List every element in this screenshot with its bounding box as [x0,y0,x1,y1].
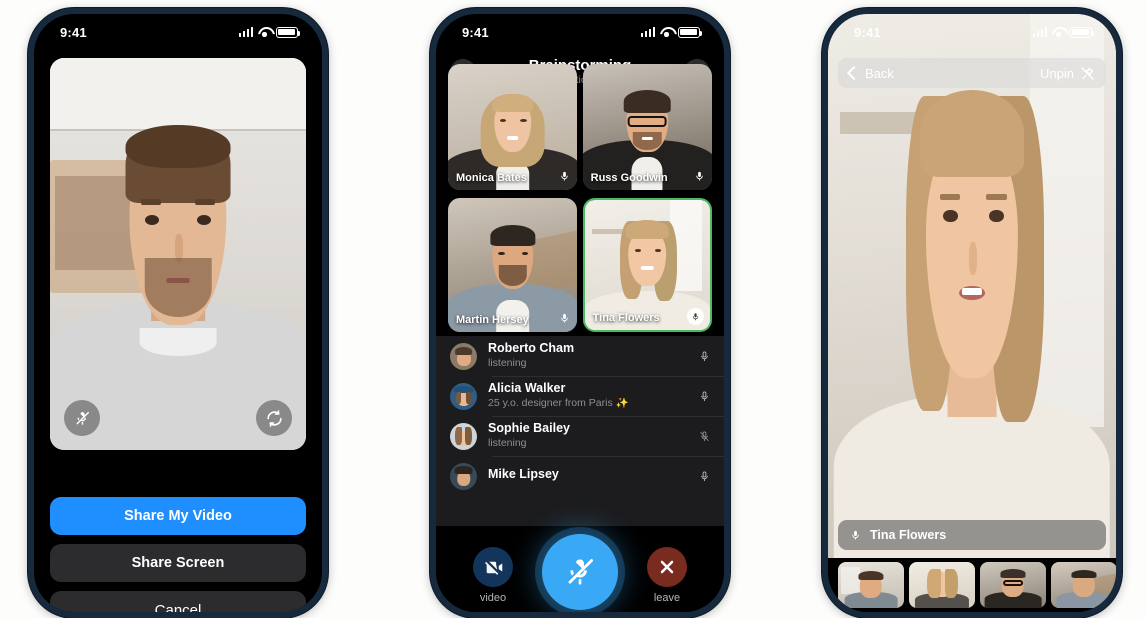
status-time: 9:41 [462,24,489,40]
status-icons [1032,26,1095,38]
share-my-video-button[interactable]: Share My Video [50,497,306,535]
status-bar: 9:41 [828,14,1116,50]
pinned-video-image [828,14,1116,558]
leave-label: leave [653,592,681,604]
call-controls: video leave [436,526,724,612]
list-item[interactable]: Mike Lipsey [436,456,724,496]
share-options-sheet: Share My Video Share Screen Cancel [50,497,306,612]
chevron-left-icon [846,65,862,81]
screen-pinned-view: 9:41 Back Unpin Tina Flowers [828,14,1116,612]
mic-icon [559,311,570,326]
pinned-name-pill: Tina Flowers [838,520,1106,550]
screen-group-call: 9:41 Brainstorming 30 participants Monic… [436,14,724,612]
participant-status: 25 y.o. designer from Paris ✨ [488,398,629,410]
close-icon [647,547,687,587]
mic-icon[interactable] [692,349,710,364]
mic-icon[interactable] [692,389,710,404]
avatar [450,342,477,370]
tile-name: Monica Bates [456,171,527,184]
self-video-preview[interactable] [50,58,306,450]
screenshot-canvas: 9:41 Share My Video Share Screen Cancel … [0,0,1146,618]
video-tile[interactable]: Russ Goodwin [582,64,712,190]
video-label: video [479,592,507,604]
tile-name: Martin Hersey [456,314,529,326]
video-tile[interactable]: Martin Hersey [448,198,578,332]
pinned-video[interactable] [828,14,1116,558]
participant-name: Roberto Cham [488,342,575,356]
signal-icon [1032,27,1047,37]
back-label: Back [865,65,894,81]
mic-icon [687,308,704,325]
list-item-meta: Alicia Walker 25 y.o. designer from Pari… [488,382,692,409]
camera-off-icon [473,547,513,587]
status-icons [238,26,301,38]
avatar [450,462,477,490]
signal-icon [238,27,253,37]
participant-name: Mike Lipsey [488,468,559,482]
pinned-top-bar: Back Unpin [838,58,1106,88]
leave-call-button[interactable]: leave [634,547,700,604]
participant-name: Alicia Walker [488,382,566,396]
battery-icon [276,26,301,38]
wifi-icon [660,27,673,37]
video-toggle-button[interactable]: video [460,547,526,604]
video-tile[interactable]: Monica Bates [448,64,578,190]
participants-list[interactable]: Roberto Cham listening Alicia Walker 25 … [436,336,724,526]
status-time: 9:41 [60,24,87,40]
mic-icon[interactable] [692,469,710,484]
unpin-label: Unpin [1040,65,1074,81]
mute-toggle-button[interactable] [542,534,618,610]
screen-share-video: 9:41 Share My Video Share Screen Cancel [34,14,322,612]
share-screen-button[interactable]: Share Screen [50,544,306,582]
thumbnail[interactable] [838,562,904,608]
mic-off-icon[interactable] [692,429,710,444]
list-item[interactable]: Alicia Walker 25 y.o. designer from Pari… [436,376,724,416]
tile-name: Tina Flowers [592,312,660,324]
list-item-meta: Roberto Cham listening [488,342,692,369]
mic-off-icon[interactable] [64,400,100,436]
status-icons [640,26,703,38]
self-video-image [50,58,306,450]
wifi-icon [258,27,271,37]
avatar [450,422,477,450]
back-button[interactable]: Back [846,65,894,81]
status-time: 9:41 [854,24,881,40]
thumbnail[interactable] [909,562,975,608]
phone-pinned-view: 9:41 Back Unpin Tina Flowers [822,8,1122,618]
list-item-meta: Mike Lipsey [488,468,692,484]
wifi-icon [1052,27,1065,37]
thumbnail[interactable] [980,562,1046,608]
mic-off-icon [564,556,596,588]
list-item[interactable]: Roberto Cham listening [436,336,724,376]
participant-name: Sophie Bailey [488,422,570,436]
phone-share-video: 9:41 Share My Video Share Screen Cancel [28,8,328,618]
participant-status: listening [488,438,527,450]
status-bar: 9:41 [436,14,724,50]
cancel-button[interactable]: Cancel [50,591,306,612]
status-bar: 9:41 [34,14,322,50]
mic-icon [850,528,861,543]
tile-image [448,198,578,332]
phone-group-call: 9:41 Brainstorming 30 participants Monic… [430,8,730,618]
list-item[interactable]: Sophie Bailey listening [436,416,724,456]
list-item-meta: Sophie Bailey listening [488,422,692,449]
signal-icon [640,27,655,37]
pinned-name: Tina Flowers [870,528,947,542]
thumbnail-strip[interactable] [828,558,1116,612]
unpin-icon [1080,66,1095,81]
camera-flip-icon[interactable] [256,400,292,436]
avatar [450,382,477,410]
tile-name: Russ Goodwin [590,171,668,184]
mic-icon [694,169,705,184]
battery-icon [678,26,703,38]
mic-icon [559,169,570,184]
unpin-button[interactable]: Unpin [1040,66,1095,81]
battery-icon [1070,26,1095,38]
video-tile-speaking[interactable]: Tina Flowers [582,198,712,332]
video-tile-grid: Monica Bates Russ Goodwin Martin Hersey … [448,64,712,332]
participant-status: listening [488,358,527,370]
thumbnail[interactable] [1051,562,1116,608]
